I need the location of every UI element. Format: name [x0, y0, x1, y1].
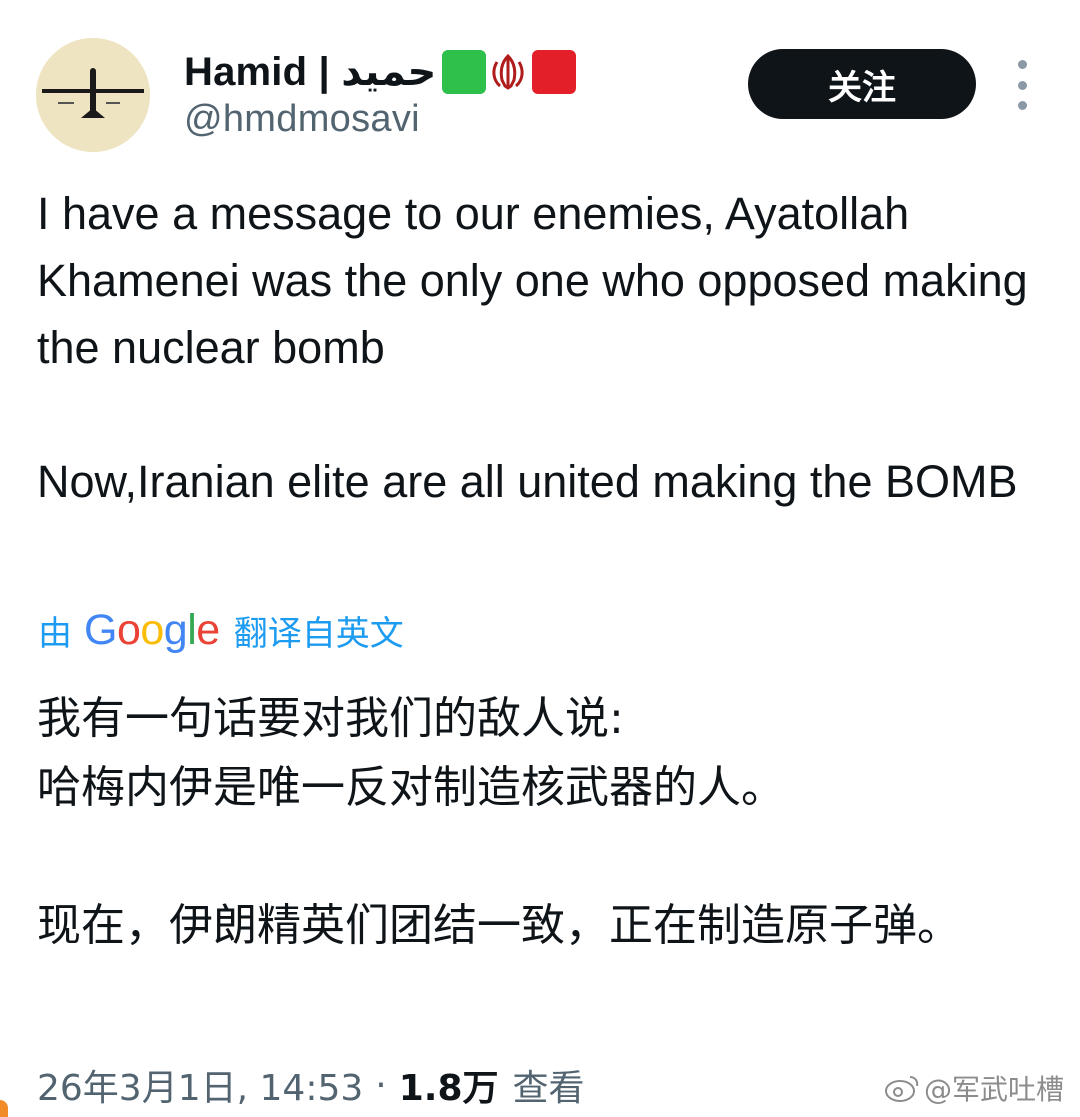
translation-prefix: 由 — [38, 613, 72, 654]
views-label: 查看 — [512, 1068, 585, 1109]
author-handle[interactable]: @hmdmosavi — [184, 98, 420, 141]
tweet-meta: 26年3月1日, 14:53 · 1.8万 查看 — [37, 1058, 585, 1112]
more-options-button[interactable] — [1004, 60, 1040, 110]
translated-text: 我有一句话要对我们的敌人说: 哈梅内伊是唯一反对制造核武器的人。 现在，伊朗精英们… — [37, 684, 1057, 960]
drone-avatar-icon — [36, 38, 150, 152]
avatar[interactable] — [36, 38, 150, 152]
follow-button[interactable]: 关注 — [748, 49, 976, 119]
views-count[interactable]: 1.8万 — [399, 1059, 499, 1111]
google-logo: Google — [84, 605, 220, 654]
tweet-timestamp[interactable]: 26年3月1日, 14:53 — [37, 1059, 363, 1111]
tweet-text: I have a message to our enemies, Ayatoll… — [37, 180, 1057, 515]
author-display-name[interactable]: Hamid | حميد — [184, 49, 436, 95]
more-vertical-icon — [1017, 60, 1027, 69]
translated-paragraph: 现在，伊朗精英们团结一致，正在制造原子弹。 — [37, 900, 961, 951]
translation-attribution[interactable]: 由 Google 翻译自英文 — [38, 602, 404, 658]
tweet-paragraph: Now,Iranian elite are all united making … — [37, 456, 1018, 507]
red-square-emoji-icon — [532, 50, 577, 94]
watermark: @军武吐槽 — [884, 1066, 1064, 1110]
tweet-paragraph: I have a message to our enemies, Ayatoll… — [37, 188, 1028, 373]
translation-suffix: 翻译自英文 — [233, 613, 404, 654]
translated-paragraph: 我有一句话要对我们的敌人说: 哈梅内伊是唯一反对制造核武器的人。 — [37, 693, 785, 813]
corner-marker — [0, 1100, 8, 1117]
more-vertical-icon-dot — [1017, 101, 1027, 110]
iran-emblem-emoji-icon — [488, 50, 528, 94]
watermark-text: @军武吐槽 — [924, 1073, 1065, 1106]
green-square-emoji-icon — [442, 50, 487, 94]
author-name-row[interactable]: Hamid | حميد — [184, 44, 577, 100]
weibo-icon — [885, 1076, 919, 1102]
more-vertical-icon-dot — [1017, 80, 1027, 90]
meta-separator: · — [375, 1064, 387, 1106]
